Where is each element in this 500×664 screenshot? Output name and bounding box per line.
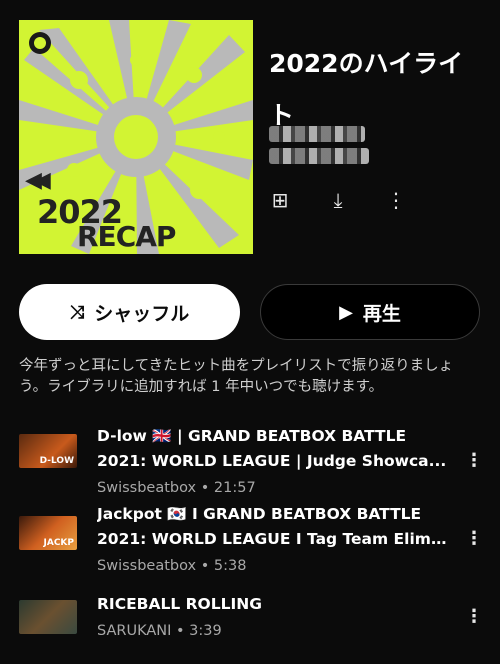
add-to-library-icon[interactable]: ⊞	[270, 190, 290, 210]
track-row[interactable]: D-LOW D-low 🇬🇧 | GRAND BEATBOX BATTLE 20…	[19, 424, 489, 496]
track-meta: Swissbeatbox • 5:38	[97, 558, 247, 574]
play-icon: ▶	[339, 301, 353, 323]
track-thumbnail: D-LOW	[19, 434, 77, 468]
app-logo-icon	[29, 32, 51, 54]
play-button[interactable]: ▶ 再生	[260, 284, 480, 340]
track-more-icon[interactable]: ⋮	[465, 608, 483, 626]
track-meta: Swissbeatbox • 21:57	[97, 480, 256, 496]
track-title: D-low 🇬🇧 | GRAND BEATBOX BATTLE 2021: WO…	[97, 427, 447, 470]
track-thumbnail	[19, 600, 77, 634]
track-title: RICEBALL ROLLING	[97, 595, 262, 613]
track-row[interactable]: JACKP Jackpot 🇰🇷 I GRAND BEATBOX BATTLE …	[19, 502, 489, 574]
cover-recap: RECAP	[77, 220, 176, 253]
track-title: Jackpot 🇰🇷 I GRAND BEATBOX BATTLE 2021: …	[97, 505, 447, 548]
track-more-icon[interactable]: ⋮	[465, 452, 483, 470]
download-icon[interactable]: ⤓	[328, 190, 348, 210]
rewind-icon: ◀◀	[25, 168, 51, 193]
playlist-actions: ⊞ ⤓ ⋮	[270, 190, 444, 210]
more-options-icon[interactable]: ⋮	[386, 190, 406, 210]
track-row[interactable]: RICEBALL ROLLING SARUKANI • 3:39 ⋮	[19, 592, 489, 662]
track-thumbnail: JACKP	[19, 516, 77, 550]
shuffle-button[interactable]: ⤨ シャッフル	[19, 284, 240, 340]
track-meta: SARUKANI • 3:39	[97, 623, 222, 639]
play-label: 再生	[362, 302, 401, 325]
playlist-cover: ◀◀ 2022 RECAP	[19, 20, 253, 254]
shuffle-label: シャッフル	[94, 302, 190, 325]
track-more-icon[interactable]: ⋮	[465, 530, 483, 548]
playlist-description: 今年ずっと耳にしてきたヒット曲をプレイリストで振り返りましょう。ライブラリに追加…	[19, 358, 454, 395]
playlist-owner-blurred	[269, 126, 379, 170]
shuffle-icon: ⤨	[69, 301, 85, 323]
